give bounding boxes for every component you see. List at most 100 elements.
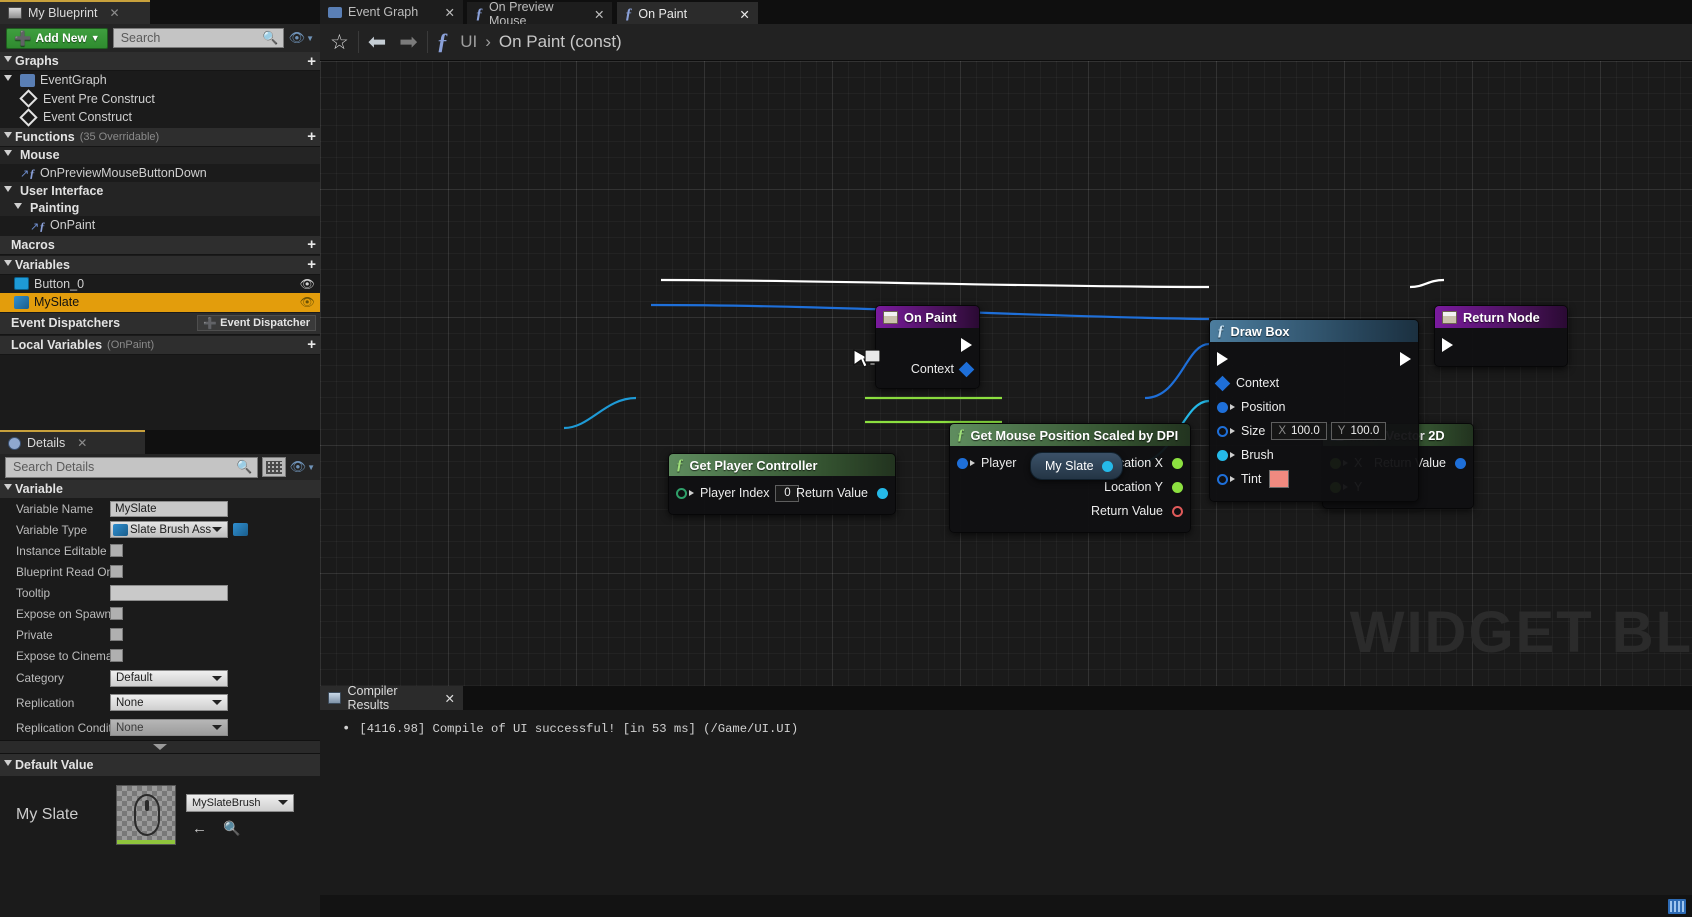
expose-on-spawn-checkbox[interactable] [110, 607, 123, 620]
pin-row-size: Size X 100.0 Y 100.0 [1210, 419, 1418, 443]
variable-type-combo[interactable]: Slate Brush Ass [110, 521, 228, 538]
tab-compiler-results[interactable]: Compiler Results ✕ [320, 684, 463, 712]
details-category-default-value[interactable]: Default Value [0, 754, 320, 776]
exec-out-pin[interactable] [1400, 352, 1411, 366]
details-category-variable[interactable]: Variable [0, 480, 320, 498]
variable-item-button-0[interactable]: Button_0 👁 [0, 275, 320, 294]
add-variable-button[interactable]: + [307, 257, 316, 272]
close-icon[interactable]: ✕ [445, 691, 455, 706]
exec-in-pin[interactable] [1442, 338, 1453, 352]
bookmark-star-icon[interactable]: ☆ [330, 32, 349, 53]
add-new-button[interactable]: ➕ Add New ▼ [6, 27, 108, 49]
tree-item-onpaint[interactable]: ↗ƒ OnPaint [0, 216, 320, 235]
tint-color-swatch[interactable] [1269, 470, 1290, 488]
eye-icon[interactable]: 👁 [300, 295, 315, 309]
expand-triangle-icon [4, 484, 12, 494]
breadcrumb-root[interactable]: UI [460, 32, 477, 52]
tree-item-onpreviewmousebuttondown[interactable]: ↗ƒ OnPreviewMouseButtonDown [0, 164, 320, 183]
tab-my-blueprint[interactable]: My Blueprint ✕ [0, 0, 150, 24]
location-y-out-pin[interactable]: Location Y [1104, 480, 1183, 494]
chevron-down-icon [212, 527, 222, 532]
details-search-input[interactable]: Search Details 🔍 [5, 456, 258, 478]
asset-picker-combo[interactable]: MySlateBrush [186, 793, 294, 812]
node-my-slate-variable[interactable]: My Slate [1030, 452, 1123, 480]
tint-in-pin[interactable] [1217, 473, 1235, 485]
function-group-user-interface[interactable]: User Interface [0, 182, 320, 199]
function-group-mouse[interactable]: Mouse [0, 146, 320, 164]
context-out-pin[interactable] [958, 361, 975, 377]
node-get-player-controller[interactable]: ƒ Get Player Controller Player Index 0 R… [668, 453, 896, 515]
my-slate-out-pin[interactable] [1101, 460, 1113, 472]
private-checkbox[interactable] [110, 628, 123, 641]
add-local-variable-button[interactable]: + [307, 337, 316, 352]
section-variables[interactable]: Variables + [0, 255, 320, 275]
function-group-painting[interactable]: Painting [0, 199, 320, 216]
exec-in-pin[interactable] [1217, 352, 1228, 366]
bullet-icon: • [342, 721, 351, 737]
tree-item-event-pre-construct[interactable]: Event Pre Construct [0, 89, 320, 109]
output-log-icon[interactable] [1668, 898, 1686, 914]
player-in-pin[interactable] [957, 457, 975, 469]
expose-to-cinematics-checkbox[interactable] [110, 649, 123, 662]
function-icon: ƒ [624, 5, 633, 22]
close-icon[interactable]: ✕ [445, 5, 455, 20]
close-icon[interactable]: ✕ [109, 6, 119, 20]
mouse-thumbnail[interactable] [116, 785, 176, 845]
back-arrow-icon[interactable]: ⬅ [368, 31, 386, 53]
compiler-tabstrip: Compiler Results ✕ [320, 684, 1692, 712]
browse-to-asset-icon[interactable]: 🔍 [223, 820, 240, 837]
tab-details[interactable]: Details ✕ [0, 430, 145, 454]
event-node-icon [883, 310, 898, 324]
brush-in-pin[interactable] [1217, 449, 1235, 461]
add-function-button[interactable]: + [307, 129, 316, 144]
close-icon[interactable]: ✕ [77, 436, 87, 450]
node-on-paint[interactable]: On Paint Context [875, 305, 980, 389]
column-view-button[interactable] [261, 457, 286, 477]
use-selected-asset-icon[interactable]: ← [192, 820, 207, 837]
node-draw-box[interactable]: ƒ Draw Box Context Position Size X 100.0… [1209, 319, 1419, 502]
variable-item-myslate[interactable]: MySlate 👁 [0, 293, 320, 312]
tab-on-preview-mouse[interactable]: ƒ On Preview Mouse ✕ [467, 0, 613, 28]
instance-editable-checkbox[interactable] [110, 544, 123, 557]
close-icon[interactable]: ✕ [594, 7, 604, 22]
mouse-cursor-monitor [852, 349, 881, 371]
return-value-out-pin[interactable]: Return Value [796, 486, 888, 500]
node-return[interactable]: Return Node [1434, 305, 1568, 367]
exec-out-pin[interactable] [961, 338, 972, 352]
blueprint-read-only-checkbox[interactable] [110, 565, 123, 578]
section-graphs[interactable]: Graphs + [0, 52, 320, 71]
eye-icon[interactable]: 👁 [300, 277, 315, 291]
add-graph-button[interactable]: + [307, 54, 316, 69]
replication-combo[interactable]: None [110, 694, 228, 711]
details-view-options-button[interactable]: 👁 ▼ [290, 459, 315, 475]
close-icon[interactable]: ✕ [739, 7, 749, 22]
section-event-dispatchers[interactable]: Event Dispatchers ➕ Event Dispatcher [0, 312, 320, 335]
forward-arrow-icon[interactable]: ➡ [399, 31, 417, 53]
add-event-dispatcher-button[interactable]: ➕ Event Dispatcher [197, 315, 316, 331]
blueprint-canvas[interactable]: WIDGET BLU [320, 61, 1692, 686]
position-in-pin[interactable] [1217, 401, 1235, 413]
size-in-pin[interactable] [1217, 425, 1235, 437]
context-in-pin[interactable] [1214, 375, 1231, 391]
tree-item-eventgraph[interactable]: EventGraph [0, 71, 320, 90]
tab-event-graph[interactable]: Event Graph ✕ [320, 0, 463, 24]
section-functions[interactable]: Functions (35 Overridable) + [0, 127, 320, 147]
category-combo[interactable]: Default [110, 669, 228, 687]
section-macros[interactable]: Macros + [0, 235, 320, 255]
tooltip-field[interactable] [110, 584, 228, 601]
size-x-field[interactable]: X 100.0 [1271, 422, 1327, 440]
search-input[interactable]: Search 🔍 [112, 28, 284, 48]
size-y-field[interactable]: Y 100.0 [1330, 422, 1387, 440]
variable-name-field[interactable]: MySlate [110, 500, 228, 517]
player-index-in-pin[interactable] [676, 487, 694, 499]
property-label: Private [16, 627, 53, 642]
tab-on-paint[interactable]: ƒ On Paint ✕ [616, 2, 758, 26]
collapse-splitter[interactable] [0, 740, 320, 754]
section-local-variables[interactable]: Local Variables (OnPaint) + [0, 335, 320, 355]
add-macro-button[interactable]: + [307, 237, 316, 252]
replication-condition-combo[interactable]: None [110, 719, 228, 736]
view-options-button[interactable]: 👁 ▼ [289, 30, 314, 46]
tree-item-event-construct[interactable]: Event Construct [0, 108, 320, 127]
return-value-out-pin[interactable]: Return Value [1091, 504, 1183, 518]
variable-node-label: My Slate [1045, 459, 1094, 473]
